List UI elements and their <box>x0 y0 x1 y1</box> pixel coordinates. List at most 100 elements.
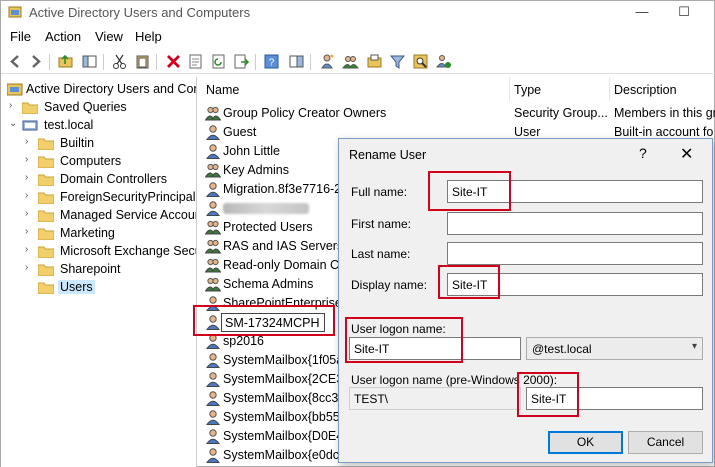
help-book-icon[interactable]: ? <box>263 53 280 70</box>
show-pane-icon[interactable] <box>288 53 305 70</box>
first-name-field[interactable] <box>447 212 703 235</box>
user-icon <box>206 144 220 159</box>
row-name: John Little <box>223 144 280 158</box>
tree-item-label: ForeignSecurityPrincipals <box>60 190 197 204</box>
user-icon <box>206 448 220 463</box>
column-header-description[interactable]: Description <box>614 83 677 97</box>
group-icon <box>205 163 221 178</box>
tree-item-users[interactable]: Users <box>25 279 196 297</box>
tree-item-label: Users <box>58 280 95 294</box>
logon-name-highlight <box>345 317 463 363</box>
group-icon <box>205 220 221 235</box>
group-icon <box>205 277 221 292</box>
expanded-chevron-icon[interactable]: ⌄ <box>9 118 19 129</box>
tree-item-domain-controllers[interactable]: › Domain Controllers <box>25 171 196 189</box>
row-name: Read-only Domain Co <box>223 258 346 272</box>
row-description: Built-in account fo <box>614 125 714 139</box>
row-type: Security Group... <box>514 106 608 120</box>
folder-icon <box>38 246 54 258</box>
column-header-type[interactable]: Type <box>514 83 541 97</box>
export-list-icon[interactable] <box>233 53 250 70</box>
row-description: Members in this gr <box>614 106 715 120</box>
help-button[interactable]: ? <box>639 145 647 161</box>
up-folder-icon[interactable] <box>57 53 74 70</box>
row-name: Protected Users <box>223 220 313 234</box>
menu-help[interactable]: Help <box>135 29 162 44</box>
filter-icon[interactable] <box>389 53 406 70</box>
expand-chevron-icon[interactable]: › <box>25 208 35 219</box>
menu-view[interactable]: View <box>95 29 123 44</box>
column-header-name[interactable]: Name <box>206 83 239 97</box>
tree-item-managed-service-accoun[interactable]: › Managed Service Accoun <box>25 207 196 225</box>
row-name: SystemMailbox{D0E40 <box>223 429 351 443</box>
expand-chevron-icon[interactable]: › <box>9 100 19 111</box>
row-name: Key Admins <box>223 163 290 177</box>
tree-root[interactable]: Active Directory Users and Com <box>7 81 196 99</box>
rename-highlight <box>193 305 335 336</box>
console-tree: Active Directory Users and Com › Saved Qu… <box>1 77 197 467</box>
tree-item-sharepoint[interactable]: › Sharepoint <box>25 261 196 279</box>
expand-chevron-icon[interactable]: › <box>25 172 35 183</box>
folder-icon <box>22 102 38 114</box>
row-name: Schema Admins <box>223 277 314 291</box>
tree-item-test-local[interactable]: ⌄ test.local <box>9 117 189 135</box>
minimize-button[interactable]: — <box>619 1 665 25</box>
forward-arrow-icon[interactable] <box>27 53 44 70</box>
list-row[interactable]: Group Policy Creator Owners Security Grou… <box>199 104 715 123</box>
tree-item-microsoft-exchange-secu[interactable]: › Microsoft Exchange Secu <box>25 243 196 261</box>
last-name-field[interactable] <box>447 242 703 265</box>
paste-icon[interactable] <box>134 53 151 70</box>
menu-file[interactable]: File <box>10 29 31 44</box>
row-name: SystemMailbox{8cc37 <box>223 391 346 405</box>
expand-chevron-icon[interactable]: › <box>25 154 35 165</box>
close-icon[interactable]: ✕ <box>680 144 693 164</box>
cut-icon[interactable] <box>111 53 128 70</box>
column-divider[interactable] <box>609 77 610 101</box>
new-group-icon[interactable] <box>342 53 359 70</box>
refresh-icon[interactable] <box>210 53 227 70</box>
expand-chevron-icon[interactable]: › <box>25 262 35 273</box>
properties-icon[interactable] <box>187 53 204 70</box>
user-icon <box>206 410 220 425</box>
maximize-button[interactable]: ☐ <box>661 1 707 25</box>
column-divider[interactable] <box>509 77 510 101</box>
add-to-group-icon[interactable] <box>435 53 452 70</box>
tree-item-saved-queries[interactable]: › Saved Queries <box>9 99 189 117</box>
new-user-icon[interactable] <box>319 53 336 70</box>
expand-chevron-icon[interactable]: › <box>25 136 35 147</box>
tree-item-builtin[interactable]: › Builtin <box>25 135 196 153</box>
new-ou-icon[interactable] <box>366 53 383 70</box>
upn-suffix-dropdown[interactable]: @test.local ▾ <box>526 337 703 360</box>
row-name: Group Policy Creator Owners <box>223 106 387 120</box>
folder-icon <box>38 282 54 294</box>
menu-action[interactable]: Action <box>45 29 81 44</box>
console-tree-icon[interactable] <box>81 53 98 70</box>
find-icon[interactable] <box>412 53 429 70</box>
user-icon <box>206 125 220 140</box>
cancel-button[interactable]: Cancel <box>628 431 703 454</box>
user-icon <box>206 353 220 368</box>
folder-icon <box>38 210 54 222</box>
toolbar-divider <box>310 54 311 70</box>
expand-chevron-icon[interactable]: › <box>25 244 35 255</box>
window-title: Active Directory Users and Computers <box>29 5 251 20</box>
pre2000-domain-field: TEST\ <box>349 387 521 410</box>
back-arrow-icon[interactable] <box>7 53 24 70</box>
ok-button[interactable]: OK <box>548 431 623 454</box>
tree-item-foreignsecurityprincipals[interactable]: › ForeignSecurityPrincipals <box>25 189 197 207</box>
tree-item-label: test.local <box>44 118 94 132</box>
tree-item-label: Computers <box>60 154 122 168</box>
delete-icon[interactable] <box>165 53 182 70</box>
tree-item-label: Domain Controllers <box>60 172 167 186</box>
expand-chevron-icon[interactable]: › <box>25 190 35 201</box>
row-name: sp2016 <box>223 334 265 348</box>
row-name: RAS and IAS Servers <box>223 239 344 253</box>
display-name-label: Display name: <box>351 278 428 292</box>
domain-icon <box>22 120 38 131</box>
row-name: Migration.8f3e7716-20 <box>223 182 349 196</box>
tree-item-computers[interactable]: › Computers <box>25 153 196 171</box>
menu-bar: File Action View Help <box>1 27 715 47</box>
last-name-label: Last name: <box>351 247 411 261</box>
expand-chevron-icon[interactable]: › <box>25 226 35 237</box>
tree-item-marketing[interactable]: › Marketing <box>25 225 196 243</box>
